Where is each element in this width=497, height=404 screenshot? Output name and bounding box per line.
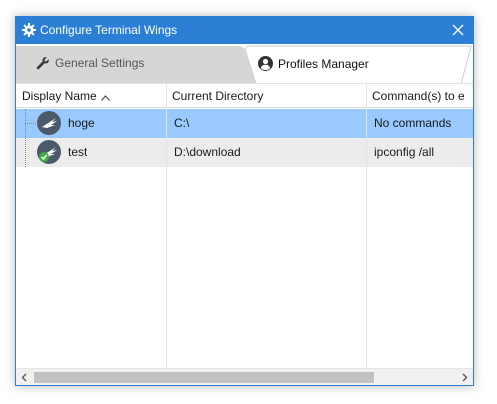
table-row[interactable]: hoge C:\ No commands [16, 109, 473, 138]
tab-profiles-manager[interactable]: Profiles Manager [258, 56, 369, 71]
window-title: Configure Terminal Wings [40, 23, 178, 37]
column-header-commands[interactable]: Command(s) to e [366, 84, 473, 108]
wrench-icon [36, 56, 50, 70]
scroll-thumb[interactable] [34, 372, 374, 383]
close-icon [452, 24, 464, 36]
cell-current-directory: D:\download [174, 145, 241, 159]
table-row[interactable]: test D:\download ipconfig /all [16, 138, 473, 167]
grid-header: Display Name Current Directory Command(s… [16, 84, 473, 108]
cell-commands: ipconfig /all [374, 145, 435, 159]
tree-line-vertical [25, 109, 26, 167]
tab-strip: General Settings Profiles Manager [16, 44, 473, 84]
chevron-left-icon [21, 373, 27, 382]
profiles-grid: Display Name Current Directory Command(s… [16, 84, 473, 368]
column-header-current-directory[interactable]: Current Directory [166, 84, 366, 108]
configure-window: Configure Terminal Wings General Setting… [15, 16, 474, 386]
column-divider[interactable] [166, 84, 167, 368]
chevron-right-icon [462, 373, 468, 382]
gear-icon [21, 22, 37, 38]
cell-display-name: hoge [68, 116, 95, 130]
tree-connector [16, 109, 46, 167]
column-header-display-name[interactable]: Display Name [16, 84, 166, 108]
cell-commands: No commands [374, 116, 452, 130]
horizontal-scrollbar[interactable] [16, 368, 473, 385]
tab-profiles-label: Profiles Manager [278, 56, 369, 71]
sort-ascending-icon [100, 85, 110, 108]
close-button[interactable] [443, 17, 473, 44]
column-divider[interactable] [366, 84, 367, 368]
tab-general-label: General Settings [55, 56, 145, 70]
tree-line-horizontal [25, 123, 38, 124]
cell-current-directory: C:\ [174, 116, 190, 130]
user-circle-icon [258, 56, 273, 71]
title-bar[interactable]: Configure Terminal Wings [16, 17, 473, 44]
scroll-left-button[interactable] [16, 369, 33, 386]
scroll-right-button[interactable] [456, 369, 473, 386]
cell-display-name: test [68, 145, 88, 159]
tab-general-settings[interactable]: General Settings [36, 56, 144, 70]
